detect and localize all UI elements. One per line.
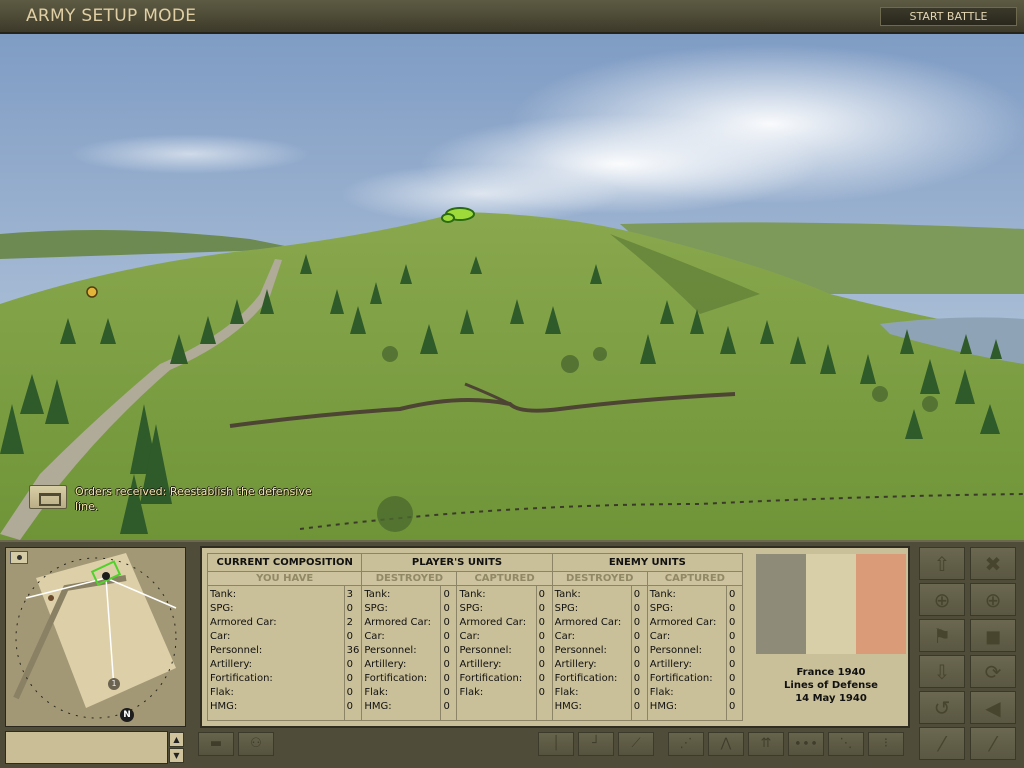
prone-icon[interactable]: ⟋ [618, 732, 654, 756]
scenario-date: 14 May 1940 [795, 693, 867, 704]
minimap-toggle-icon[interactable] [10, 551, 28, 564]
formation-echelon-icon[interactable]: ⋱ [828, 732, 864, 756]
stand-icon[interactable]: │ [538, 732, 574, 756]
target-area-icon[interactable]: ⊕ [970, 583, 1016, 616]
formation-line-icon[interactable]: ∙∙∙ [788, 732, 824, 756]
target-icon[interactable]: ⊕ [919, 583, 965, 616]
scenario-campaign: France 1940 [796, 667, 866, 678]
composition-table: CURRENT COMPOSITION PLAYER'S UNITS ENEMY… [206, 553, 744, 721]
player-captured-labels: Tank: SPG: Armored Car: Car: Personnel: Arti… [456, 585, 537, 721]
formation-vee-icon[interactable]: ⋀ [708, 732, 744, 756]
player-captured-header: CAPTURED [456, 571, 553, 586]
stop-icon[interactable]: ◼ [970, 619, 1016, 652]
scenario-info: France 1940 Lines of Defense 14 May 1940 [756, 666, 906, 705]
back-icon[interactable]: ◀ [970, 691, 1016, 724]
minimap[interactable]: 1 N [5, 547, 186, 727]
formation-arrows-icon[interactable]: ⇈ [748, 732, 784, 756]
command-panel: 1 N ▲ ▼ CURRENT COMPOSITION PLAYER'S UNI… [0, 540, 1024, 768]
rotate-icon[interactable]: ⟳ [970, 655, 1016, 688]
enemy-destroyed-labels: Tank: SPG: Armored Car: Car: Personnel: Arti… [551, 585, 632, 721]
bottom-toolbar: ▬ ⚇ │ ┘ ⟋ ⋰ ⋀ ⇈ ∙∙∙ ⋱ ⁝ [0, 732, 1024, 762]
move-down-icon[interactable]: ⇩ [919, 655, 965, 688]
enemy-captured-header: CAPTURED [646, 571, 744, 586]
player-destroyed-header: DESTROYED [361, 571, 458, 586]
minimap-marker-number: 1 [108, 678, 120, 690]
flag-icon[interactable]: ⚑ [919, 619, 965, 652]
flag-stripe-left [756, 554, 806, 654]
enemy-captured-values: 000 000 000 [726, 585, 743, 721]
top-bar: ARMY SETUP MODE START BATTLE [0, 0, 1024, 34]
players-units-header: PLAYER'S UNITS [361, 553, 553, 572]
player-destroyed-labels: Tank: SPG: Armored Car: Car: Personnel: Arti… [361, 585, 442, 721]
current-composition-header: CURRENT COMPOSITION [206, 553, 363, 572]
enemy-destroyed-header: DESTROYED [551, 571, 648, 586]
formation-column-icon[interactable]: ⁝ [868, 732, 904, 756]
infantry-filter-icon[interactable]: ⚇ [238, 732, 274, 756]
flag-stripe-right [856, 554, 906, 654]
undo-icon[interactable]: ↺ [919, 691, 965, 724]
nation-flag [756, 554, 906, 654]
flag-stripe-middle [806, 554, 856, 654]
cancel-icon[interactable]: ✖ [970, 547, 1016, 580]
orders-text: Orders received: Reestablish the defensi… [75, 485, 312, 513]
formation-wedge-icon[interactable]: ⋰ [668, 732, 704, 756]
you-have-values: 302 0 36 0 000 [343, 585, 363, 721]
enemy-units-header: ENEMY UNITS [551, 553, 744, 572]
crouch-icon[interactable]: ┘ [578, 732, 614, 756]
player-destroyed-values: 000 000 000 [440, 585, 458, 721]
orders-envelope-icon[interactable] [29, 485, 67, 509]
scenario-mission: Lines of Defense [784, 680, 878, 691]
distant-unit-marker[interactable] [86, 286, 98, 298]
player-captured-values: 000 000 00 [535, 585, 553, 721]
orders-grid: ⇧ ✖ ⊕ ⊕ ⚑ ◼ ⇩ ⟳ ↺ ◀ ⁄ ⁄ [917, 545, 1021, 763]
minimap-compass: N [120, 708, 134, 722]
tank-filter-icon[interactable]: ▬ [198, 732, 234, 756]
enemy-captured-labels: Tank: SPG: Armored Car: Car: Personnel: Arti… [646, 585, 728, 721]
start-battle-button[interactable]: START BATTLE [880, 7, 1017, 26]
you-have-labels: Tank: SPG: Armored Car: Car: Personnel: Arti… [207, 585, 345, 721]
enemy-destroyed-values: 000 000 000 [630, 585, 648, 721]
move-up-icon[interactable]: ⇧ [919, 547, 965, 580]
you-have-header: YOU HAVE [206, 571, 363, 586]
mode-title: ARMY SETUP MODE [26, 6, 197, 26]
composition-panel: CURRENT COMPOSITION PLAYER'S UNITS ENEMY… [200, 546, 910, 728]
battlefield-view[interactable] [0, 34, 1024, 540]
